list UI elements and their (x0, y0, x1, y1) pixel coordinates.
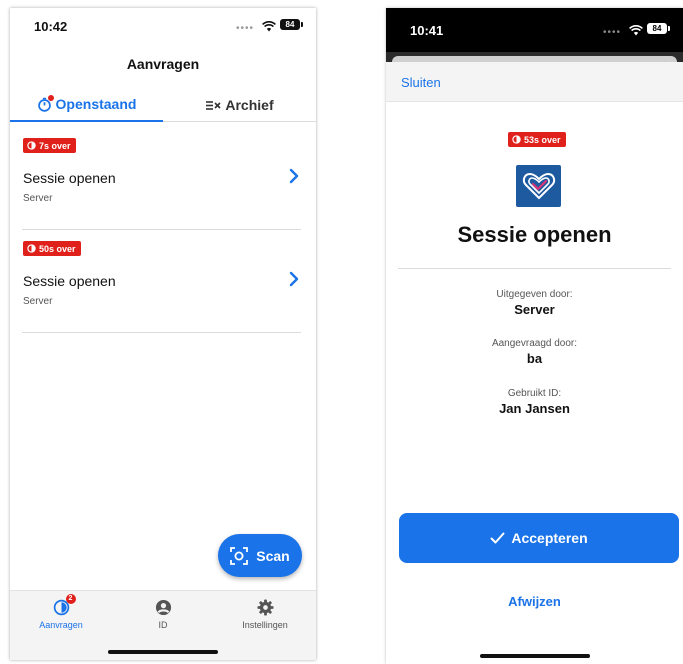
timer-icon (512, 135, 521, 144)
nav-label: ID (158, 620, 168, 630)
signal-dots: •••• (602, 27, 621, 38)
archive-icon (205, 99, 221, 111)
scan-label: Scan (256, 547, 290, 564)
page-title: Aanvragen (126, 56, 200, 72)
timer-icon (27, 141, 36, 150)
timer-badge: 53s over (508, 132, 566, 147)
chevron-right-icon (288, 271, 300, 292)
tab-archief[interactable]: Archief (163, 88, 316, 122)
chevron-right-icon (288, 168, 300, 189)
close-button[interactable]: Sluiten (401, 75, 441, 90)
timer-text: 53s over (524, 134, 561, 145)
accept-label: Accepteren (511, 530, 588, 546)
tab-openstaand[interactable]: Openstaand (10, 88, 163, 122)
nav-aanvragen[interactable]: 2 Aanvragen (10, 594, 112, 630)
status-time: 10:41 (410, 23, 444, 38)
heart-logo (516, 165, 561, 207)
wifi-icon (262, 19, 276, 37)
reject-button[interactable]: Afwijzen (386, 594, 683, 609)
field-label: Gebruikt ID: (507, 388, 562, 399)
nav-instellingen[interactable]: Instellingen (214, 598, 316, 630)
timer-badge: 50s over (23, 241, 81, 256)
requested-by-field: Aangevraagd door: ba (386, 338, 683, 366)
account-icon (155, 598, 172, 616)
scan-icon (230, 546, 249, 565)
signal-dots: •••• (235, 23, 254, 34)
requests-screen: 10:42 •••• 84 Aanvragen Openstaand Archi… (10, 8, 316, 660)
notification-badge: 2 (65, 594, 76, 604)
field-label: Aangevraagd door: (491, 338, 578, 349)
accept-button[interactable]: Accepteren (399, 513, 679, 563)
home-indicator (479, 654, 590, 658)
list-item[interactable]: 7s over Sessie openen Server (22, 128, 301, 230)
status-bar: 10:41 •••• 84 (386, 8, 683, 52)
nav-id[interactable]: ID (112, 598, 214, 630)
request-subtitle: Server (23, 193, 53, 204)
nav-label: Aanvragen (39, 620, 83, 630)
notification-dot (47, 94, 54, 101)
bottom-navigation: 2 Aanvragen ID Instellingen (10, 590, 316, 660)
scan-button[interactable]: Scan (218, 534, 302, 577)
battery-indicator: 84 (647, 23, 670, 34)
tab-bar: Openstaand Archief (10, 88, 316, 122)
battery-indicator: 84 (280, 19, 303, 30)
timer-icon: 2 (53, 594, 76, 616)
request-subtitle: Server (23, 296, 53, 307)
field-value: Jan Jansen (499, 401, 570, 416)
field-value: ba (526, 351, 543, 366)
home-indicator (108, 650, 218, 654)
wifi-icon (629, 23, 643, 41)
used-id-field: Gebruikt ID: Jan Jansen (386, 388, 683, 416)
request-title: Sessie openen (457, 222, 612, 247)
status-bar: 10:42 •••• 84 (10, 8, 316, 42)
timer-badge: 7s over (23, 138, 76, 153)
field-label: Uitgegeven door: (496, 289, 573, 300)
request-title: Sessie openen (23, 273, 116, 289)
list-item[interactable]: 50s over Sessie openen Server (22, 231, 301, 333)
timer-icon (27, 244, 36, 253)
request-detail-screen: 10:41 •••• 84 Sluiten 53s over Sessie op… (386, 8, 683, 664)
timer-text: 50s over (39, 243, 76, 254)
request-title: Sessie openen (23, 170, 116, 186)
divider (398, 268, 671, 269)
timer-text: 7s over (39, 140, 71, 151)
gear-icon (256, 598, 274, 616)
nav-label: Instellingen (242, 620, 288, 630)
status-time: 10:42 (34, 19, 68, 34)
sheet-header: Sluiten (386, 62, 683, 102)
tab-label: Archief (225, 97, 274, 113)
field-value: Server (514, 302, 555, 317)
check-icon (490, 532, 505, 544)
issued-by-field: Uitgegeven door: Server (386, 289, 683, 317)
tab-label: Openstaand (55, 96, 137, 112)
sheet-backdrop (386, 52, 683, 62)
timer-icon (37, 94, 54, 112)
